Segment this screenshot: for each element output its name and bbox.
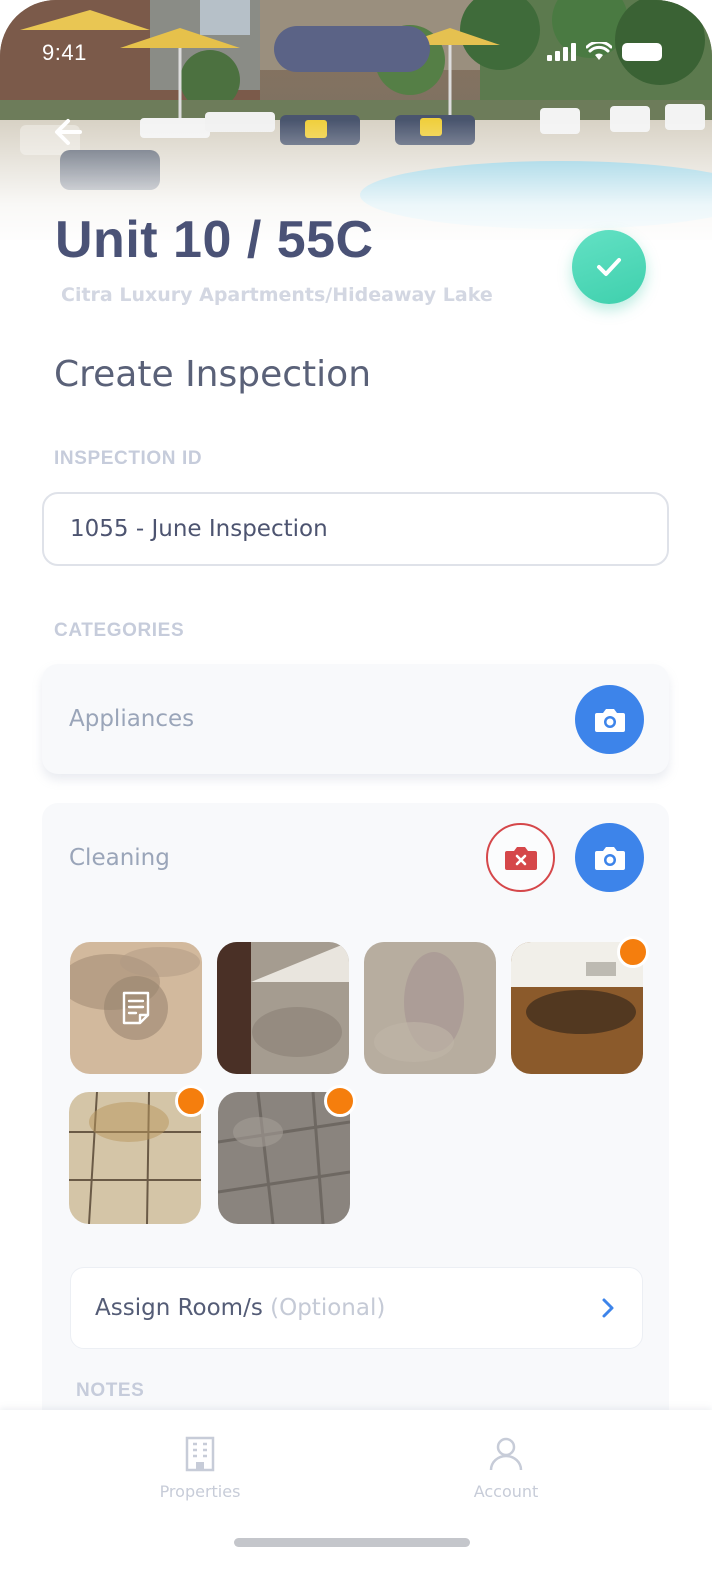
signal-icon xyxy=(547,43,576,61)
notes-label: NOTES xyxy=(76,1380,145,1401)
inspection-id-label: INSPECTION ID xyxy=(54,448,203,469)
add-photo-button-cleaning[interactable] xyxy=(575,823,644,892)
tab-properties-label: Properties xyxy=(159,1482,241,1501)
tab-bar: Properties Account xyxy=(0,1410,712,1592)
building-icon xyxy=(185,1436,215,1472)
flag-indicator xyxy=(175,1085,207,1117)
confirm-button[interactable] xyxy=(572,230,646,304)
category-label-appliances: Appliances xyxy=(69,706,195,732)
property-name: Citra Luxury Apartments/Hideaway Lake xyxy=(61,284,493,306)
photo-thumbnail[interactable] xyxy=(70,942,202,1074)
battery-icon xyxy=(622,43,662,61)
add-photo-button-appliances[interactable] xyxy=(575,685,644,754)
assign-rooms-optional: (Optional) xyxy=(270,1295,386,1321)
tab-properties[interactable]: Properties xyxy=(130,1436,270,1506)
remove-photos-button[interactable] xyxy=(486,823,555,892)
checkmark-icon xyxy=(597,258,621,276)
tab-account-label: Account xyxy=(473,1482,539,1501)
camera-icon xyxy=(594,708,625,732)
tab-account[interactable]: Account xyxy=(436,1436,576,1506)
flag-indicator xyxy=(617,936,649,968)
screen: 9:41 Unit 10 / 55C Citra Luxury Apartmen… xyxy=(0,0,712,1592)
unit-title: Unit 10 / 55C xyxy=(55,211,374,269)
assign-rooms-row[interactable]: Assign Room/s (Optional) xyxy=(70,1267,643,1349)
photo-thumbnail[interactable] xyxy=(217,942,349,1074)
person-icon xyxy=(489,1437,523,1471)
page-title: Create Inspection xyxy=(54,354,372,395)
camera-icon xyxy=(594,846,625,870)
wifi-icon xyxy=(586,42,612,60)
photo-thumbnail[interactable] xyxy=(364,942,496,1074)
camera-delete-icon xyxy=(504,846,537,870)
home-indicator xyxy=(234,1538,470,1547)
status-time: 9:41 xyxy=(42,40,87,65)
category-card-appliances[interactable]: Appliances xyxy=(42,664,669,774)
dynamic-island xyxy=(274,26,430,72)
back-button[interactable] xyxy=(50,112,90,152)
category-label-cleaning: Cleaning xyxy=(69,845,170,871)
note-indicator xyxy=(104,976,168,1040)
categories-label: CATEGORIES xyxy=(54,620,185,641)
inspection-id-field[interactable]: 1055 - June Inspection xyxy=(42,492,669,566)
assign-rooms-label: Assign Room/s xyxy=(95,1295,263,1321)
back-arrow-icon xyxy=(55,119,82,145)
chevron-right-icon xyxy=(602,1298,614,1318)
note-icon xyxy=(122,991,150,1025)
status-icons xyxy=(547,42,662,62)
flag-indicator xyxy=(324,1085,356,1117)
